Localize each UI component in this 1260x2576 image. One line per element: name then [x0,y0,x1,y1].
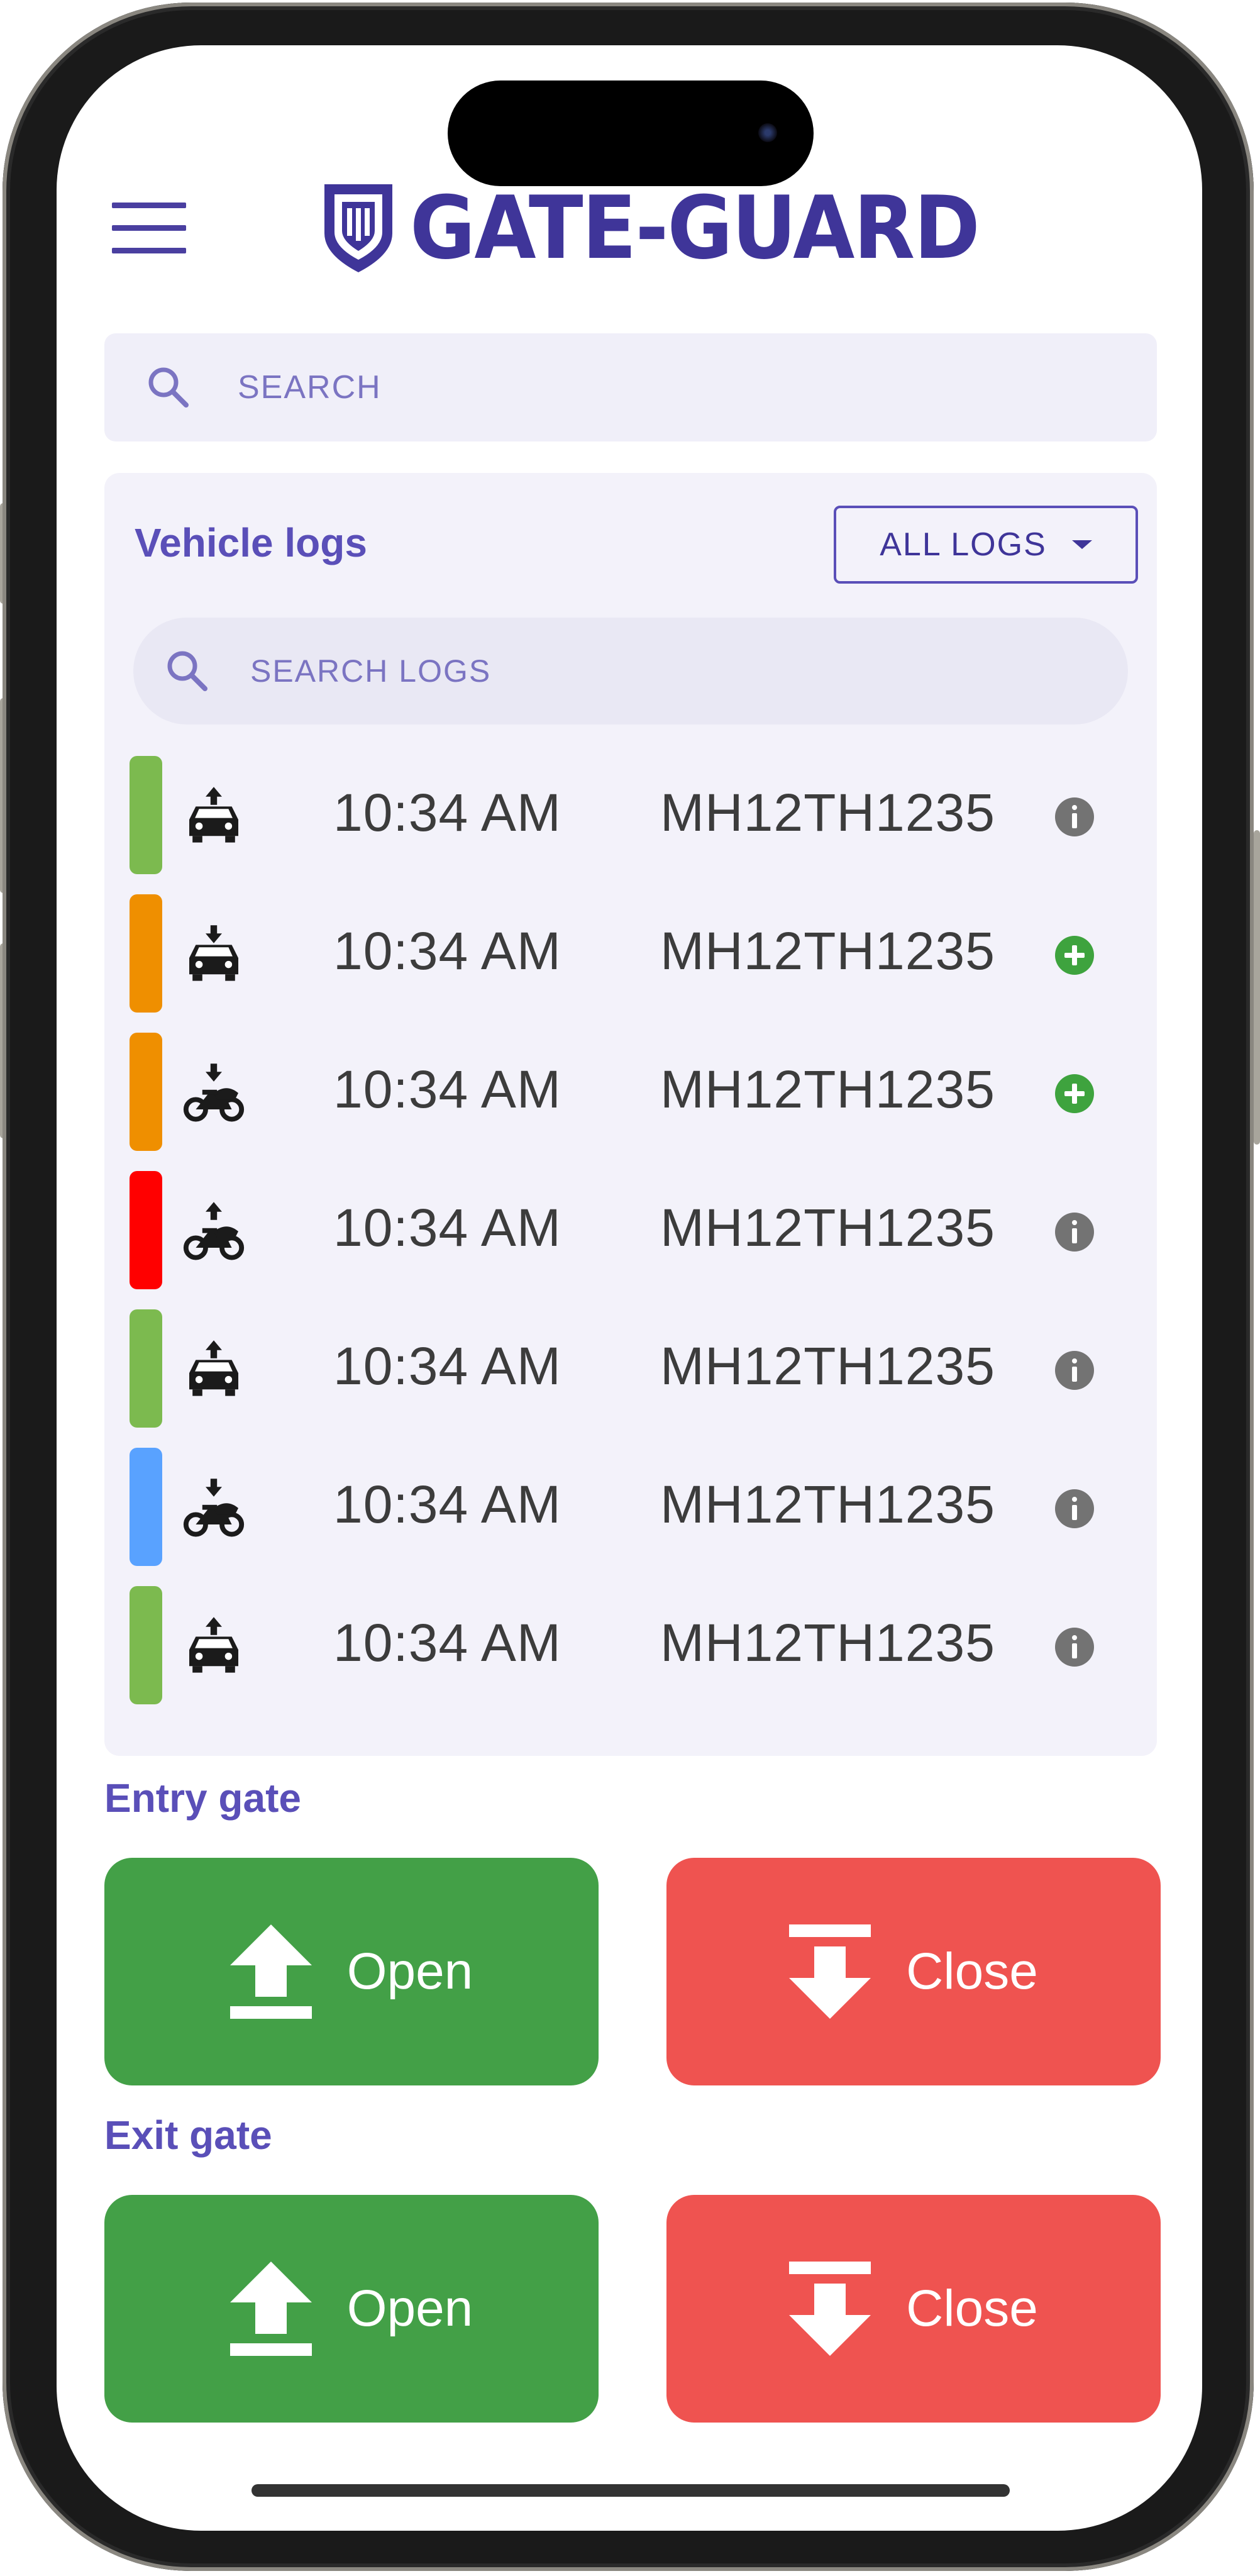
log-time: 10:34 AM [333,1475,561,1534]
arrow-up-icon [229,2262,312,2356]
shield-logo-icon [324,184,392,272]
info-icon[interactable] [1055,1489,1094,1528]
bike-entry-icon [181,1475,246,1541]
vehicle-logs-card: Vehicle logs ALL LOGS SEARCH LOGS 10:34 … [104,473,1157,1756]
car-exit-icon [181,1614,246,1679]
app-screen: GATE-GUARD SEARCH Vehicle logs ALL LOGS … [57,45,1202,2531]
log-status-bar [130,1309,162,1428]
home-indicator[interactable] [251,2484,1010,2497]
log-row[interactable]: 10:34 AM MH12TH1235 [130,1445,1132,1566]
open-label: Open [346,1943,473,2000]
logs-filter-dropdown[interactable]: ALL LOGS [834,506,1138,584]
log-status-bar [130,1586,162,1704]
car-exit-icon [181,784,246,849]
log-status-bar [130,756,162,874]
log-plate-number: MH12TH1235 [660,1060,995,1119]
exit-gate-label: Exit gate [104,2112,272,2158]
add-icon[interactable] [1055,1074,1094,1113]
log-plate-number: MH12TH1235 [660,1198,995,1257]
log-status-bar [130,1171,162,1289]
log-status-bar [130,1033,162,1151]
info-icon[interactable] [1055,1628,1094,1667]
info-icon[interactable] [1055,797,1094,836]
arrow-down-icon [789,1924,871,2019]
arrow-up-icon [229,1924,312,2019]
car-entry-icon [181,922,246,987]
log-time: 10:34 AM [333,921,561,980]
log-row[interactable]: 10:34 AM MH12TH1235 [130,1030,1132,1151]
exit-gate-open-button[interactable]: Open [104,2195,599,2423]
log-time: 10:34 AM [333,1336,561,1396]
log-plate-number: MH12TH1235 [660,921,995,980]
close-label: Close [906,2280,1038,2337]
brand-logo: GATE-GUARD [321,177,1029,279]
vehicle-logs-title: Vehicle logs [135,520,367,565]
open-label: Open [346,2280,473,2337]
info-icon[interactable] [1055,1213,1094,1252]
vehicle-log-list[interactable]: 10:34 AM MH12TH1235 10:34 AM MH12TH1235 10:3… [104,753,1157,1742]
bike-exit-icon [181,1199,246,1264]
log-row[interactable]: 10:34 AM MH12TH1235 [130,892,1132,1013]
exit-gate-close-button[interactable]: Close [666,2195,1161,2423]
log-plate-number: MH12TH1235 [660,1336,995,1396]
brand-name: GATE-GUARD [410,177,980,279]
log-row[interactable]: 10:34 AM MH12TH1235 [130,1584,1132,1704]
entry-gate-open-button[interactable]: Open [104,1858,599,2085]
log-time: 10:34 AM [333,1198,561,1257]
log-plate-number: MH12TH1235 [660,783,995,842]
close-label: Close [906,1943,1038,2000]
search-icon [148,367,189,408]
camera-icon [758,123,777,142]
log-row[interactable]: 10:34 AM MH12TH1235 [130,1169,1132,1289]
logs-filter-label: ALL LOGS [880,526,1047,563]
log-time: 10:34 AM [333,783,561,842]
arrow-down-icon [789,2262,871,2356]
car-exit-icon [181,1337,246,1402]
log-row[interactable]: 10:34 AM MH12TH1235 [130,753,1132,874]
log-time: 10:34 AM [333,1613,561,1672]
bike-entry-icon [181,1060,246,1126]
search-placeholder: SEARCH [238,369,382,406]
power-button [1254,830,1260,1145]
log-plate-number: MH12TH1235 [660,1613,995,1672]
info-icon[interactable] [1055,1351,1094,1390]
log-status-bar [130,1448,162,1566]
log-time: 10:34 AM [333,1060,561,1119]
logs-search-input[interactable]: SEARCH LOGS [133,618,1128,724]
log-row[interactable]: 10:34 AM MH12TH1235 [130,1307,1132,1428]
entry-gate-close-button[interactable]: Close [666,1858,1161,2085]
add-icon[interactable] [1055,936,1094,975]
menu-icon[interactable] [112,203,186,253]
chevron-down-icon [1071,540,1092,549]
log-plate-number: MH12TH1235 [660,1475,995,1534]
logs-search-placeholder: SEARCH LOGS [250,653,492,689]
search-bar[interactable]: SEARCH [104,333,1157,441]
dynamic-island [448,80,814,186]
entry-gate-label: Entry gate [104,1775,301,1821]
search-icon [167,651,207,691]
log-status-bar [130,894,162,1013]
